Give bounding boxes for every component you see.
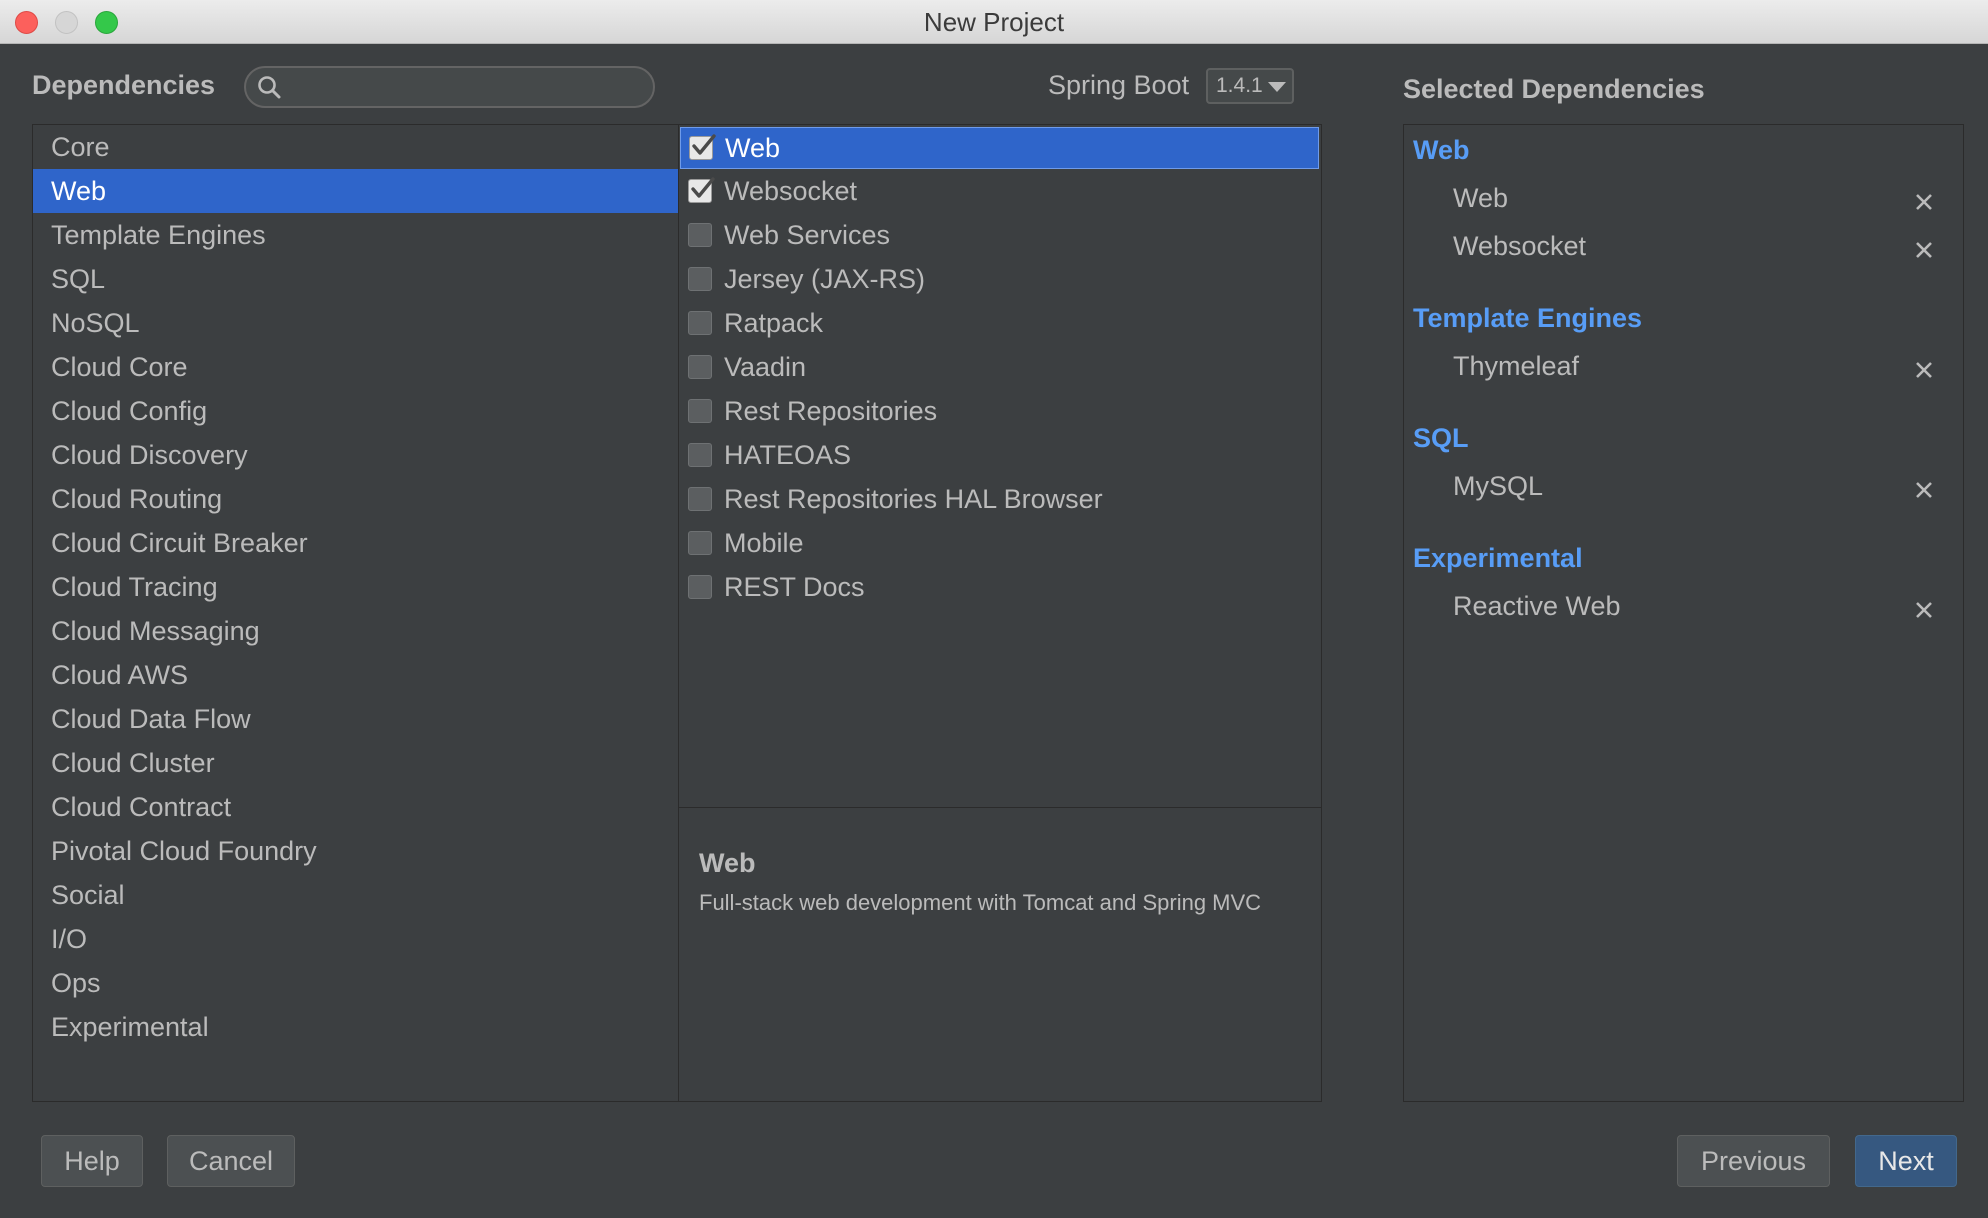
next-button[interactable]: Next (1855, 1135, 1957, 1187)
dependency-label: Rest Repositories HAL Browser (724, 484, 1103, 514)
category-item-cloud-contract[interactable]: Cloud Contract (33, 785, 678, 829)
description-text: Full-stack web development with Tomcat a… (699, 890, 1262, 915)
selected-dependency-item: Thymeleaf (1453, 351, 1580, 381)
dependency-item-vaadin[interactable]: Vaadin (678, 345, 1321, 389)
category-item-core[interactable]: Core (33, 125, 678, 169)
dependency-item-web-services[interactable]: Web Services (678, 213, 1321, 257)
dependency-checkbox[interactable] (688, 267, 712, 291)
dependency-item-ratpack[interactable]: Ratpack (678, 301, 1321, 345)
dependency-item-websocket[interactable]: Websocket (678, 169, 1321, 213)
spring-boot-version-select[interactable]: 1.4.1 (1206, 68, 1294, 104)
selected-dependencies-label: Selected Dependencies (1403, 74, 1705, 104)
dependency-label: Rest Repositories (724, 396, 938, 426)
dependency-label: Vaadin (724, 352, 807, 382)
close-icon[interactable] (1912, 358, 1936, 382)
category-item-template-engines[interactable]: Template Engines (33, 213, 678, 257)
dependency-item-rest-repositories[interactable]: Rest Repositories (678, 389, 1321, 433)
dependency-item-rest-repositories-hal-browser[interactable]: Rest Repositories HAL Browser (678, 477, 1321, 521)
dependency-label: REST Docs (724, 572, 865, 602)
close-icon[interactable] (1912, 190, 1936, 214)
category-item-cloud-core[interactable]: Cloud Core (33, 345, 678, 389)
category-item-cloud-aws[interactable]: Cloud AWS (33, 653, 678, 697)
search-icon (256, 74, 284, 107)
previous-button[interactable]: Previous (1677, 1135, 1830, 1187)
category-item-i-o[interactable]: I/O (33, 917, 678, 961)
description-title: Web (699, 848, 756, 878)
dependency-item-web[interactable]: Web (680, 127, 1319, 169)
selected-group-title: Web (1413, 135, 1470, 165)
selected-group-title: SQL (1413, 423, 1469, 453)
help-button[interactable]: Help (41, 1135, 143, 1187)
selected-dependency-item: Websocket (1453, 231, 1587, 261)
category-item-ops[interactable]: Ops (33, 961, 678, 1005)
close-icon[interactable] (1912, 598, 1936, 622)
close-icon[interactable] (1912, 238, 1936, 262)
selected-dependency-item: MySQL (1453, 471, 1544, 501)
search-input[interactable] (244, 66, 655, 108)
dependency-label: Jersey (JAX-RS) (724, 264, 926, 294)
dependency-label: HATEOAS (724, 440, 852, 470)
spring-boot-label: Spring Boot (1048, 70, 1190, 100)
dependency-item-mobile[interactable]: Mobile (678, 521, 1321, 565)
category-item-social[interactable]: Social (33, 873, 678, 917)
dependency-list: Web Websocket Web Services Jersey (JAX-RS) R… (678, 125, 1321, 808)
dependency-label: Web Services (724, 220, 891, 250)
dependency-item-jersey-jax-rs[interactable]: Jersey (JAX-RS) (678, 257, 1321, 301)
dependency-label: Websocket (724, 176, 858, 206)
category-item-nosql[interactable]: NoSQL (33, 301, 678, 345)
category-item-cloud-messaging[interactable]: Cloud Messaging (33, 609, 678, 653)
dependency-checkbox[interactable] (688, 311, 712, 335)
dependency-label: Mobile (724, 528, 804, 558)
dependency-checkbox[interactable] (688, 531, 712, 555)
category-list: Core Web Template Engines SQL NoSQL Cloud Cor… (33, 125, 679, 1101)
dependency-checkbox[interactable] (688, 223, 712, 247)
selected-dependencies-panel: Web Web Websocket Template Engines Thymeleaf… (1403, 124, 1964, 1102)
dependency-item-hateoas[interactable]: HATEOAS (678, 433, 1321, 477)
selected-group-title: Template Engines (1413, 303, 1643, 333)
category-item-cloud-circuit-breaker[interactable]: Cloud Circuit Breaker (33, 521, 678, 565)
window-title: New Project (923, 7, 1065, 37)
dependency-checkbox[interactable] (689, 134, 716, 160)
dependencies-panel: Core Web Template Engines SQL NoSQL Cloud Cor… (32, 124, 1322, 1102)
category-item-cloud-config[interactable]: Cloud Config (33, 389, 678, 433)
dependencies-label: Dependencies (32, 70, 216, 100)
category-item-cloud-discovery[interactable]: Cloud Discovery (33, 433, 678, 477)
category-item-cloud-cluster[interactable]: Cloud Cluster (33, 741, 678, 785)
dependency-label: Web (725, 133, 781, 163)
dependency-label: Ratpack (724, 308, 824, 338)
dependency-checkbox[interactable] (688, 575, 712, 599)
dependency-description: Web Full-stack web development with Tomc… (678, 808, 1321, 1101)
category-item-pivotal-cloud-foundry[interactable]: Pivotal Cloud Foundry (33, 829, 678, 873)
spring-boot-version-value: 1.4.1 (1216, 74, 1263, 97)
dependency-checkbox[interactable] (688, 355, 712, 379)
dependency-checkbox[interactable] (688, 487, 712, 511)
dependency-checkbox[interactable] (688, 177, 715, 203)
selected-dependency-item: Reactive Web (1453, 591, 1621, 621)
category-item-cloud-routing[interactable]: Cloud Routing (33, 477, 678, 521)
dependency-checkbox[interactable] (688, 399, 712, 423)
cancel-button[interactable]: Cancel (167, 1135, 295, 1187)
selected-group-title: Experimental (1413, 543, 1583, 573)
dependency-checkbox[interactable] (688, 443, 712, 467)
category-item-web[interactable]: Web (33, 169, 678, 213)
dependency-item-rest-docs[interactable]: REST Docs (678, 565, 1321, 609)
close-icon[interactable] (1912, 478, 1936, 502)
category-item-cloud-data-flow[interactable]: Cloud Data Flow (33, 697, 678, 741)
category-item-experimental[interactable]: Experimental (33, 1005, 678, 1049)
category-item-cloud-tracing[interactable]: Cloud Tracing (33, 565, 678, 609)
selected-dependency-item: Web (1453, 183, 1509, 213)
title-bar: New Project (0, 0, 1988, 44)
category-item-sql[interactable]: SQL (33, 257, 678, 301)
chevron-down-icon (1268, 82, 1286, 92)
